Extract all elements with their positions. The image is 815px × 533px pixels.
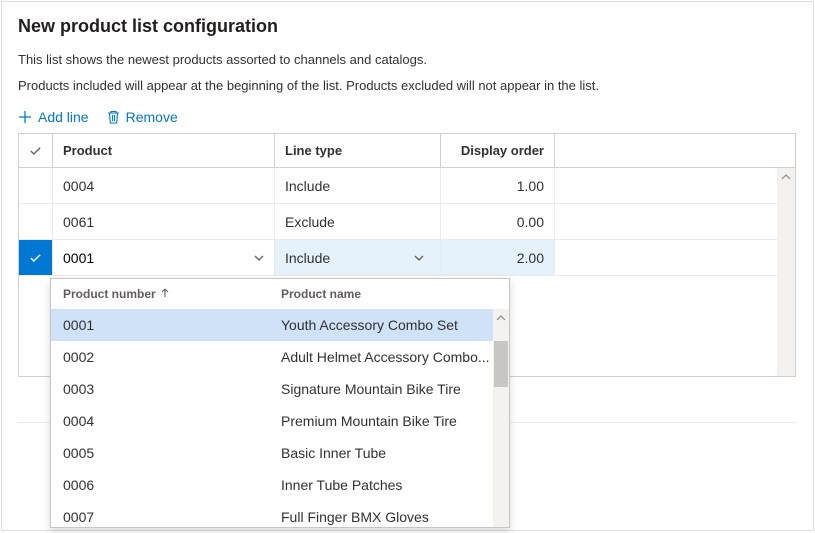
cell-displayorder[interactable]: 1.00 (441, 168, 555, 203)
col-header-linetype[interactable]: Line type (275, 134, 441, 167)
cell-linetype-dropdown[interactable]: Include (275, 240, 441, 275)
product-input[interactable] (63, 240, 248, 275)
product-lookup-dropdown: Product number Product name 0001 Youth A… (50, 278, 510, 528)
dropdown-header: Product number Product name (51, 279, 509, 309)
sort-asc-icon (160, 287, 170, 301)
description-line-1: This list shows the newest products asso… (18, 51, 797, 69)
grid-scrollbar[interactable] (777, 168, 795, 376)
table-row[interactable]: 0061 Exclude 0.00 (19, 204, 795, 240)
row-checkbox[interactable] (19, 204, 53, 239)
plus-icon (18, 110, 32, 124)
trash-icon (107, 110, 120, 124)
table-row[interactable]: 0004 Include 1.00 (19, 168, 795, 204)
dd-col-header-number[interactable]: Product number (63, 287, 281, 301)
description-line-2: Products included will appear at the beg… (18, 77, 797, 95)
cell-product[interactable]: 0004 (53, 168, 275, 203)
col-header-spacer (555, 134, 795, 167)
dropdown-body: 0001 Youth Accessory Combo Set 0002 Adul… (51, 309, 509, 527)
dropdown-item[interactable]: 0007 Full Finger BMX Gloves (51, 501, 509, 527)
col-header-product[interactable]: Product (53, 134, 275, 167)
add-line-button[interactable]: Add line (18, 109, 89, 125)
page-title: New product list configuration (18, 16, 797, 37)
dd-col-header-name[interactable]: Product name (281, 287, 497, 301)
cell-linetype[interactable]: Include (275, 168, 441, 203)
toolbar: Add line Remove (18, 109, 797, 125)
chevron-down-icon[interactable] (248, 240, 270, 275)
cell-product-editing[interactable] (53, 240, 275, 275)
remove-button[interactable]: Remove (107, 109, 178, 125)
scroll-up-icon[interactable] (777, 168, 795, 186)
dropdown-scrollbar[interactable] (493, 309, 509, 527)
select-all-header[interactable] (19, 134, 53, 167)
add-line-label: Add line (38, 109, 89, 125)
col-header-displayorder[interactable]: Display order (441, 134, 555, 167)
row-checkbox[interactable] (19, 168, 53, 203)
dropdown-item[interactable]: 0003 Signature Mountain Bike Tire (51, 373, 509, 405)
scroll-up-icon[interactable] (492, 309, 509, 327)
config-panel: New product list configuration This list… (1, 1, 814, 531)
dropdown-item[interactable]: 0004 Premium Mountain Bike Tire (51, 405, 509, 437)
table-row-active[interactable]: Include 2.00 (19, 240, 795, 276)
row-checkbox-checked[interactable] (19, 240, 53, 275)
chevron-down-icon[interactable] (408, 252, 430, 264)
cell-product[interactable]: 0061 (53, 204, 275, 239)
dropdown-item[interactable]: 0005 Basic Inner Tube (51, 437, 509, 469)
dropdown-item[interactable]: 0001 Youth Accessory Combo Set (51, 309, 509, 341)
scrollbar-thumb[interactable] (494, 341, 508, 387)
linetype-value: Include (285, 250, 330, 266)
cell-linetype[interactable]: Exclude (275, 204, 441, 239)
dropdown-item[interactable]: 0002 Adult Helmet Accessory Combo... (51, 341, 509, 373)
remove-label: Remove (126, 109, 178, 125)
grid-header: Product Line type Display order (19, 134, 795, 168)
cell-displayorder[interactable]: 0.00 (441, 204, 555, 239)
cell-displayorder[interactable]: 2.00 (441, 240, 555, 275)
dropdown-item[interactable]: 0006 Inner Tube Patches (51, 469, 509, 501)
